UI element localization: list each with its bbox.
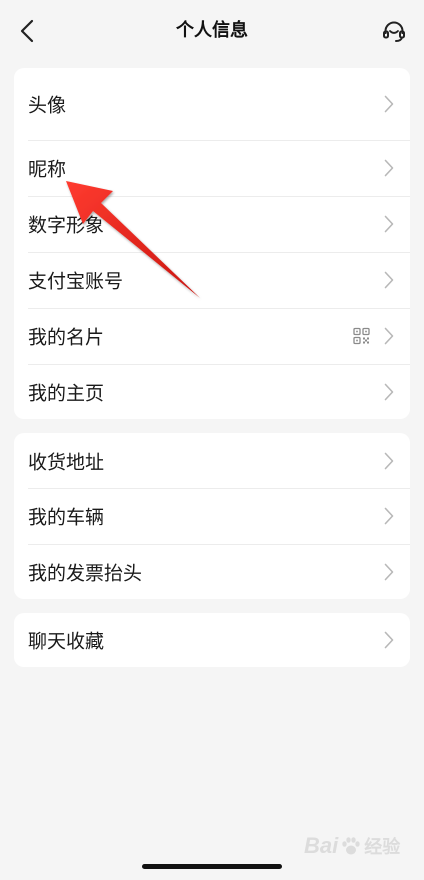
list-item-homepage[interactable]: 我的主页 [14,364,410,419]
settings-group-chat: 聊天收藏 [14,613,410,667]
qr-code-icon [353,327,370,345]
chevron-right-icon [384,95,394,113]
list-item-label: 支付宝账号 [28,270,124,293]
watermark: Bai 经验 [304,826,400,866]
list-item-chat-favorites[interactable]: 聊天收藏 [14,613,410,667]
chevron-right-icon [384,271,394,289]
chevron-right-icon [384,159,394,177]
list-item-label: 我的主页 [28,382,105,404]
list-item-label: 我的发票抬头 [28,562,143,584]
list-item-label: 我的车辆 [28,506,105,529]
list-item-avatar[interactable]: 头像 [14,68,410,140]
settings-group-profile: 头像 昵称 数字形象 支付宝账号 我的名片 我的主页 [14,68,410,419]
chevron-right-icon [384,383,394,400]
watermark-brand: Bai [304,833,339,858]
chevron-right-icon [384,563,394,580]
customer-service-button[interactable] [380,18,408,46]
list-item-alipay-account[interactable]: 支付宝账号 [14,252,410,308]
list-item-label: 头像 [28,94,67,117]
settings-group-shopping: 收货地址 我的车辆 我的发票抬头 [14,433,410,599]
chevron-right-icon [384,507,394,525]
list-item-shipping-address[interactable]: 收货地址 [14,433,410,488]
page-title: 个人信息 [176,20,248,41]
list-item-label: 数字形象 [28,214,105,237]
list-item-digital-avatar[interactable]: 数字形象 [14,196,410,252]
list-item-label: 收货地址 [28,451,105,473]
list-item-label: 我的名片 [28,326,105,349]
list-item-my-vehicles[interactable]: 我的车辆 [14,488,410,544]
list-item-label: 聊天收藏 [28,630,105,653]
headset-icon [383,21,405,42]
list-item-business-card[interactable]: 我的名片 [14,308,410,364]
list-item-label: 昵称 [28,158,67,181]
nav-bar: 个人信息 [0,0,424,62]
chevron-right-icon [384,631,394,649]
watermark-text: 经验 [364,837,401,858]
list-item-nickname[interactable]: 昵称 [14,140,410,196]
home-indicator[interactable] [142,864,282,869]
list-item-invoice-title[interactable]: 我的发票抬头 [14,544,410,599]
paw-icon [342,837,360,855]
chevron-right-icon [384,215,394,233]
chevron-right-icon [384,452,394,469]
chevron-right-icon [384,327,394,345]
